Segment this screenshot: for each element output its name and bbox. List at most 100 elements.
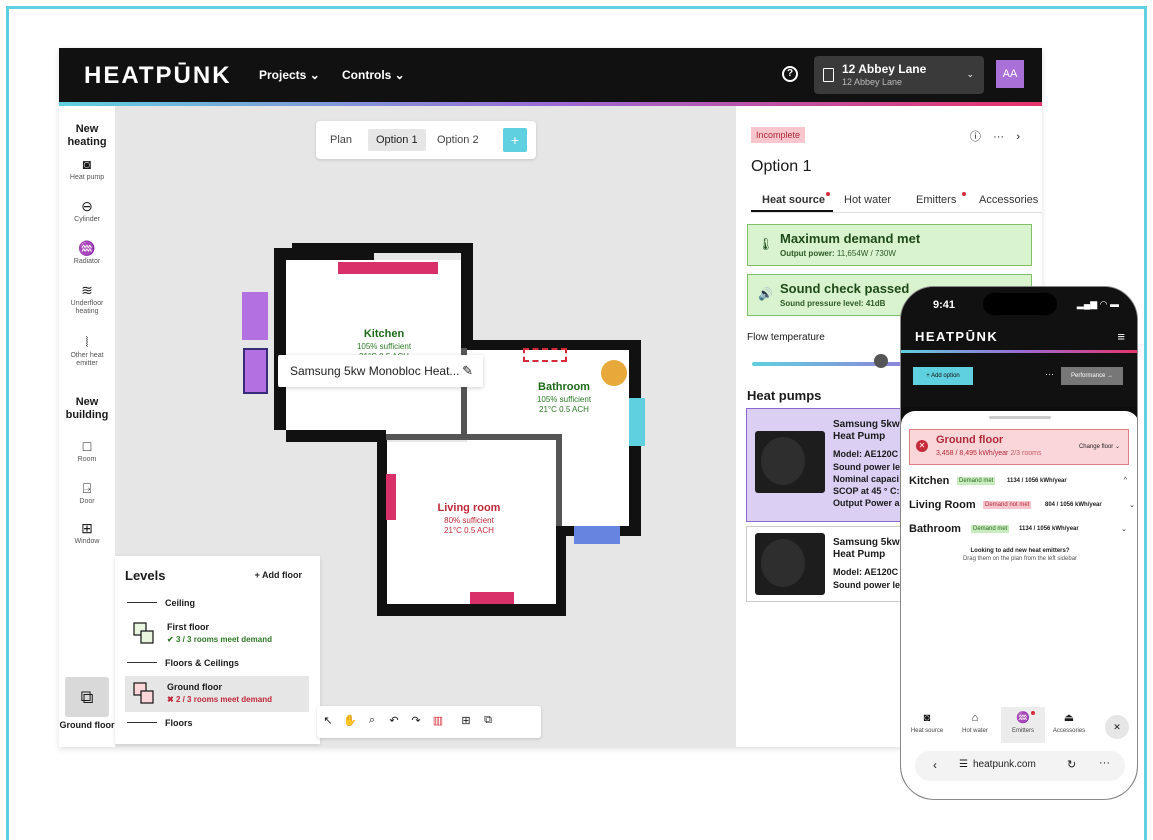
nav-emitters[interactable]: ♒ Emitters xyxy=(1001,707,1045,743)
pointer-icon[interactable]: ↖ xyxy=(321,714,335,727)
sidebar-item-window[interactable]: ⊞ Window xyxy=(59,520,115,546)
level-floors: Floors xyxy=(165,718,193,728)
living-radiator-bottom[interactable] xyxy=(470,592,514,604)
floor-status: ✔ 3 / 3 rooms meet demand xyxy=(167,635,272,644)
chevron-right-icon[interactable]: › xyxy=(1016,131,1020,143)
list-item[interactable]: Bathroom Demand met 1134 / 1056 kWh/year… xyxy=(909,523,1131,539)
chevron-down-icon[interactable]: ⌄ xyxy=(1129,501,1135,509)
hand-icon[interactable]: ✋ xyxy=(343,714,357,727)
kitchen-radiator[interactable] xyxy=(338,262,438,274)
floor-status: ✖ 2 / 3 rooms meet demand xyxy=(167,695,272,704)
nav-accessories[interactable]: ⏏ Accessories xyxy=(1049,711,1089,734)
list-item[interactable]: Living Room Demand not met 804 / 1056 kW… xyxy=(909,499,1135,515)
nav-heat-source[interactable]: ◙ Heat source xyxy=(907,711,947,734)
add-option-button[interactable]: + xyxy=(503,128,527,152)
sidebar-item-cylinder[interactable]: ⊖ Cylinder xyxy=(59,198,115,224)
floor-summary-card: ✕ Ground floor 3,458 / 8,495 kWh/year 2/… xyxy=(909,429,1129,465)
sidebar-item-label: Heat pump xyxy=(69,174,105,181)
add-layer-icon[interactable]: ⊞ xyxy=(459,714,473,727)
reload-icon[interactable]: ↻ xyxy=(1067,758,1076,771)
mobile-header: 9:41 ▂▄▆ ◠ ▬ HEATPŪNK ≡ + Add option ···… xyxy=(901,287,1137,407)
tab-accessories[interactable]: Accessories xyxy=(979,194,1038,206)
room-energy: 1134 / 1056 kWh/year xyxy=(1019,526,1079,532)
levels-toggle-button[interactable]: ⧉ xyxy=(65,677,109,717)
sidebar-item-room[interactable]: □ Room xyxy=(59,438,115,464)
floor-icon xyxy=(133,682,154,704)
heat-pump-model: Model: AE120C xyxy=(833,567,899,577)
avatar[interactable]: AA xyxy=(996,60,1024,88)
door-icon: ⍈ xyxy=(82,480,92,496)
tab-divider xyxy=(751,212,1042,213)
sidebar-item-label: Underfloor heating xyxy=(70,300,104,315)
bathroom-window[interactable] xyxy=(629,398,645,446)
chevron-up-icon[interactable]: ^ xyxy=(1124,477,1127,484)
mobile-sheet: ✕ Ground floor 3,458 / 8,495 kWh/year 2/… xyxy=(901,411,1137,799)
change-floor-button[interactable]: Change floor ⌄ xyxy=(1079,443,1120,450)
layer-settings-icon[interactable]: ⧉ xyxy=(481,714,495,727)
tab-hot-water[interactable]: Hot water xyxy=(844,194,891,206)
trash-icon[interactable]: ▥ xyxy=(431,714,445,727)
add-option-button[interactable]: + Add option xyxy=(913,367,973,385)
wall xyxy=(461,243,473,343)
zoom-icon[interactable]: ⌕ xyxy=(365,714,379,727)
add-floor-button[interactable]: + Add floor xyxy=(255,570,302,580)
sidebar-item-door[interactable]: ⍈ Door xyxy=(59,480,115,506)
mobile-brand-logo[interactable]: HEATPŪNK xyxy=(915,329,998,344)
sheet-handle[interactable] xyxy=(989,416,1051,419)
hamburger-menu-icon[interactable]: ≡ xyxy=(1117,329,1125,344)
sidebar-item-radiator[interactable]: ♒ Radiator xyxy=(59,240,115,266)
sidebar-item-underfloor[interactable]: ≋ Underfloor heating xyxy=(59,282,115,316)
heat-pump-unit-selected[interactable] xyxy=(243,348,268,394)
tab-option-1[interactable]: Option 1 xyxy=(368,129,426,151)
bathroom-sufficiency: 105% sufficient xyxy=(536,395,592,404)
back-icon[interactable]: ‹ xyxy=(933,758,937,772)
tab-emitters[interactable]: Emitters xyxy=(916,194,956,206)
browser-url-bar[interactable]: ‹ ☰ heatpunk.com ↻ ··· xyxy=(915,751,1125,781)
project-selector[interactable]: 12 Abbey Lane 12 Abbey Lane ⌄ xyxy=(814,56,984,94)
floor-row-ground[interactable]: Ground floor ✖ 2 / 3 rooms meet demand xyxy=(125,676,309,712)
selected-item-tooltip[interactable]: Samsung 5kw Monobloc Heat... ✎ xyxy=(278,355,483,387)
brand-logo[interactable]: HEATPŪNK xyxy=(84,62,232,90)
heat-pump-spec: Output Power a xyxy=(833,498,900,508)
performance-button[interactable]: Performance → xyxy=(1061,367,1123,385)
sidebar-item-other-emitter[interactable]: ⦚ Other heat emitter xyxy=(59,334,115,368)
levels-panel: Levels + Add floor Ceiling First floor ✔… xyxy=(115,556,320,744)
list-item[interactable]: Kitchen Demand met 1134 / 1056 kWh/year … xyxy=(909,475,1131,491)
project-title: 12 Abbey Lane xyxy=(842,62,927,76)
radiator-icon: ♒ xyxy=(1016,712,1030,724)
redo-icon[interactable]: ↷ xyxy=(409,714,423,727)
nav-projects[interactable]: Projects ⌄ xyxy=(259,68,320,82)
room-name: Kitchen xyxy=(909,475,950,487)
slider-handle[interactable] xyxy=(874,354,888,368)
room-energy: 804 / 1056 kWh/year xyxy=(1045,502,1102,508)
help-icon[interactable]: ? xyxy=(782,66,798,82)
more-icon[interactable]: ··· xyxy=(1045,369,1054,379)
pencil-icon[interactable]: ✎ xyxy=(462,363,473,379)
sidebar-item-heat-pump[interactable]: ◙ Heat pump xyxy=(59,156,115,182)
bathroom-door[interactable] xyxy=(574,526,620,544)
tab-plan[interactable]: Plan xyxy=(322,129,360,151)
undo-icon[interactable]: ↶ xyxy=(387,714,401,727)
more-icon[interactable]: ··· xyxy=(1099,757,1110,769)
wall xyxy=(386,434,562,440)
demand-title: Maximum demand met xyxy=(780,231,921,246)
nav-controls[interactable]: Controls ⌄ xyxy=(342,68,405,82)
tabs-icon[interactable]: ☰ xyxy=(959,759,968,770)
living-radiator-left[interactable] xyxy=(386,474,396,520)
heat-pump-icon: ◙ xyxy=(82,156,92,172)
close-icon[interactable]: ✕ xyxy=(1105,715,1129,739)
placeholder-emitter[interactable] xyxy=(523,348,567,362)
floor-row-first[interactable]: First floor ✔ 3 / 3 rooms meet demand xyxy=(125,616,309,652)
sidebar-item-label: Other heat emitter xyxy=(70,352,104,367)
heat-pump-unit[interactable] xyxy=(242,292,268,340)
nav-hot-water[interactable]: ⌂ Hot water xyxy=(955,711,995,734)
chevron-down-icon[interactable]: ⌄ xyxy=(1121,525,1127,533)
tab-heat-source[interactable]: Heat source xyxy=(762,194,825,206)
new-heating-heading: New heating xyxy=(67,123,107,148)
dynamic-island xyxy=(983,293,1057,315)
status-badge: Demand met xyxy=(971,525,1010,533)
help-icon[interactable]: ⓘ xyxy=(970,131,981,143)
room-energy: 1134 / 1056 kWh/year xyxy=(1007,478,1067,484)
more-icon[interactable]: ··· xyxy=(993,131,1004,143)
tab-option-2[interactable]: Option 2 xyxy=(429,129,487,151)
